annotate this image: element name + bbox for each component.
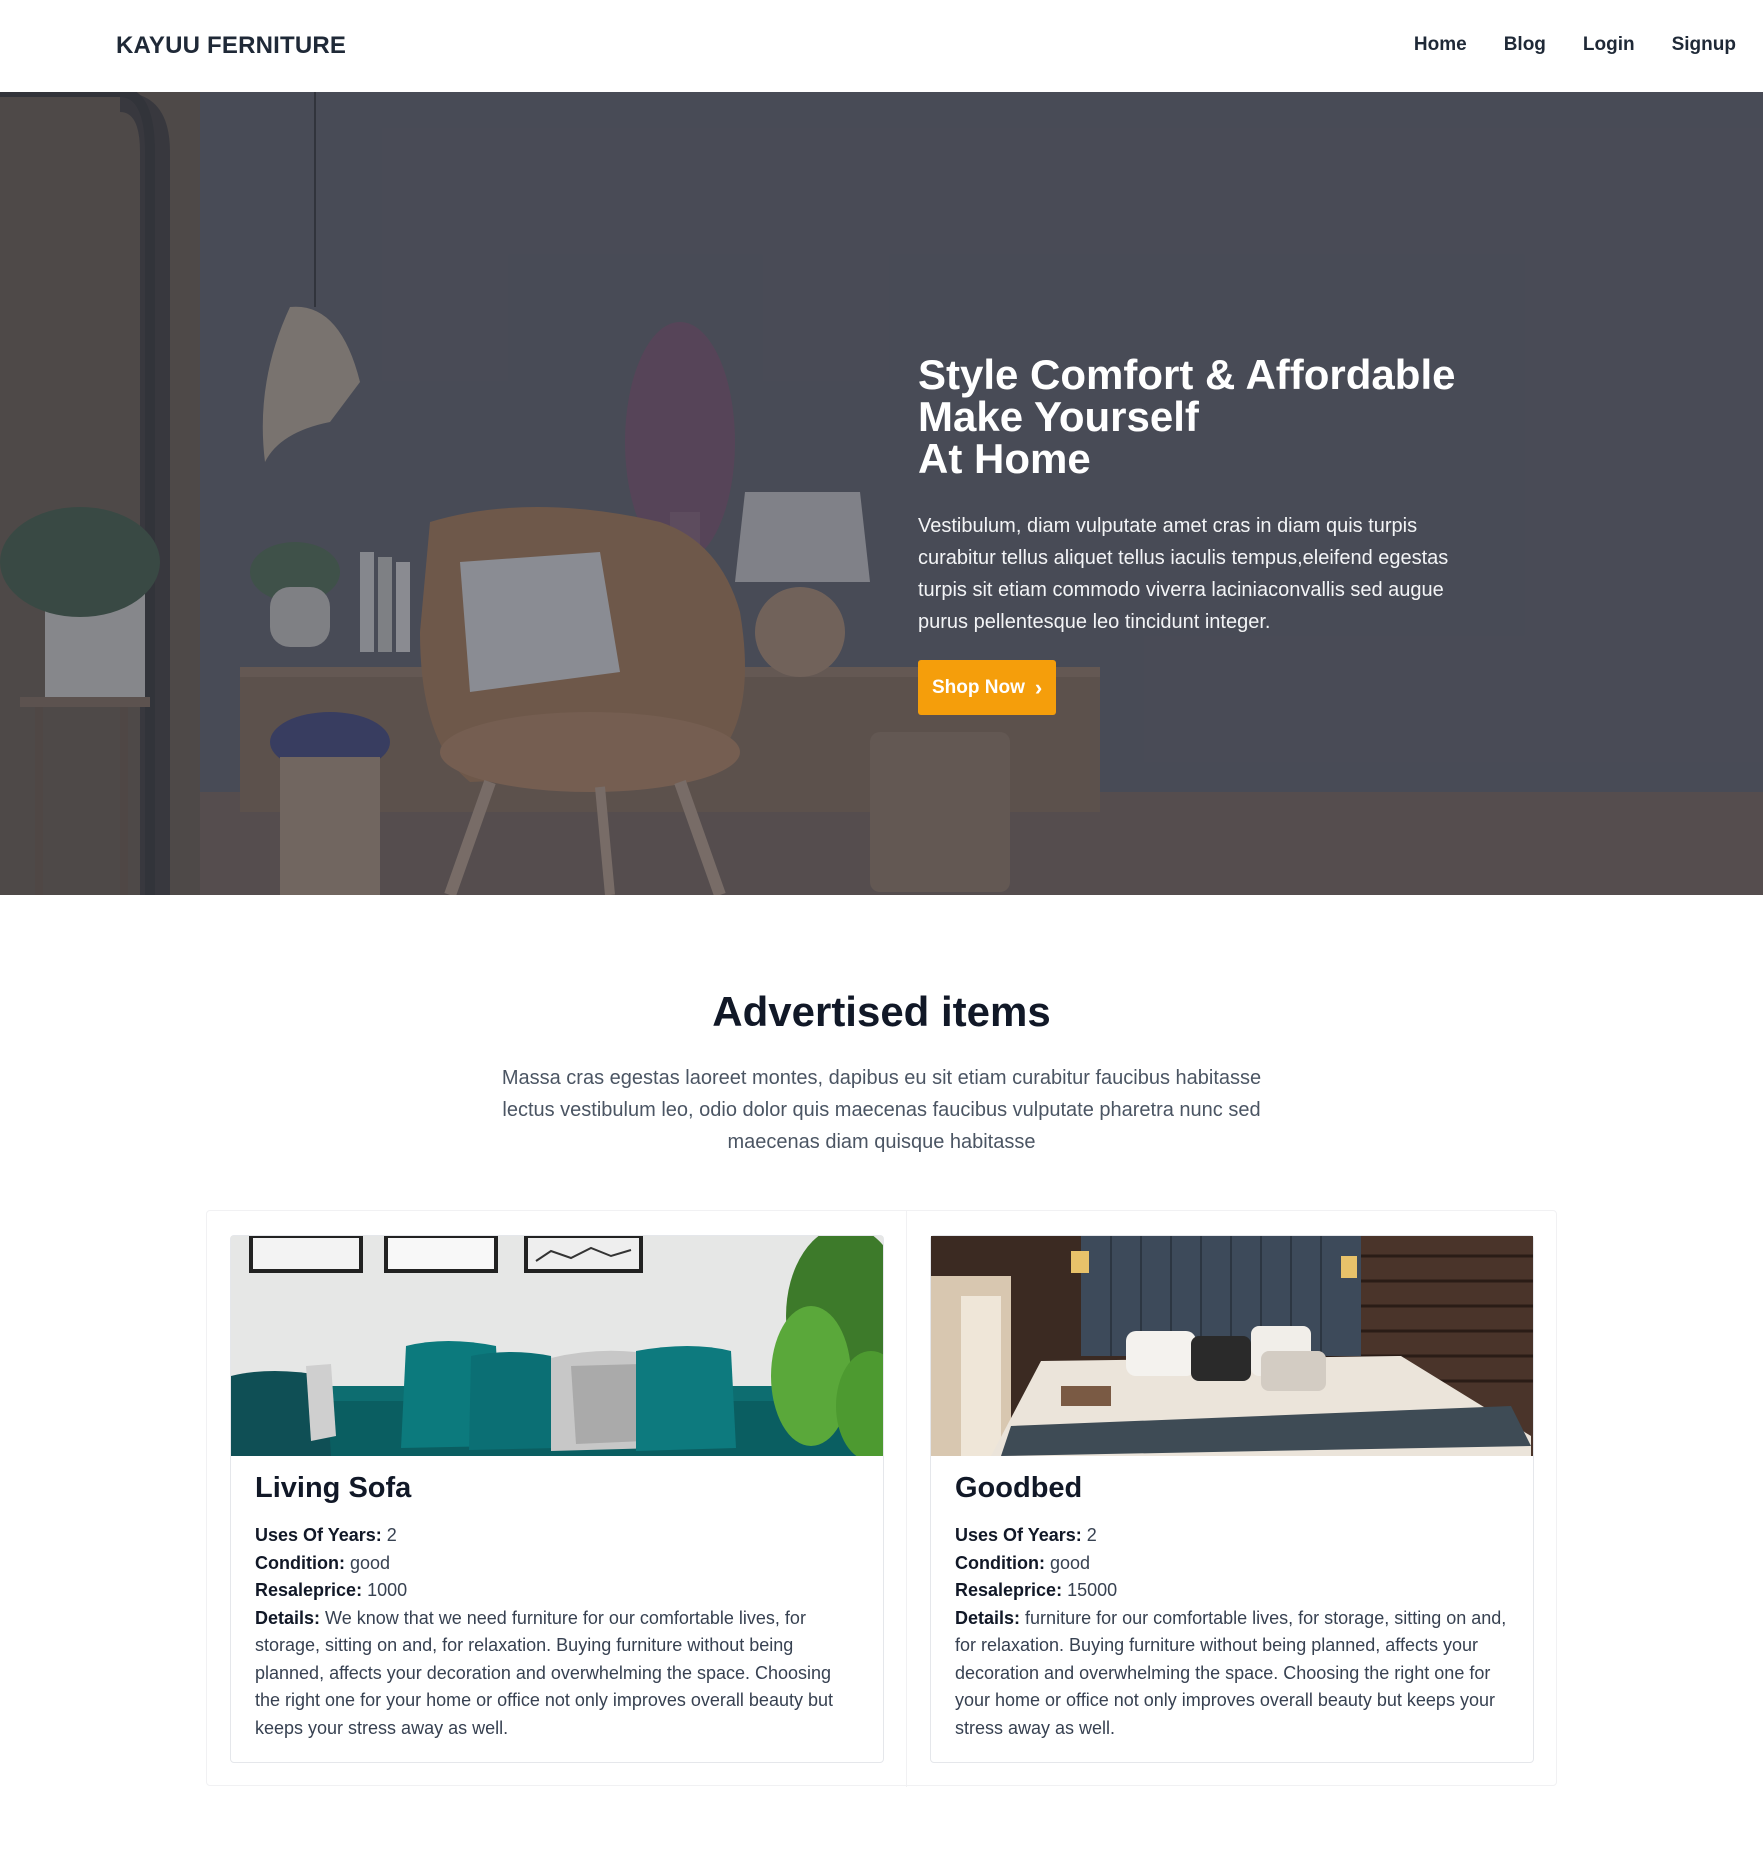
product-image-bed: [931, 1236, 1533, 1456]
advertised-cards-grid: Living Sofa Uses Of Years: 2 Condition: …: [206, 1210, 1557, 1787]
details-value: furniture for our comfortable lives, for…: [955, 1607, 1507, 1738]
details-label: Details:: [955, 1607, 1021, 1628]
years-value: 2: [1086, 1525, 1097, 1545]
grid-divider: [906, 1211, 907, 1787]
brand-logo[interactable]: KAYUU FERNITURE: [116, 32, 346, 60]
sofa-photo: [231, 1236, 883, 1456]
advertised-title: Advertised items: [712, 988, 1051, 1035]
product-condition: Condition: good: [255, 1550, 859, 1578]
details-label: Details:: [255, 1607, 321, 1628]
condition-label: Condition:: [255, 1552, 345, 1573]
nav-links: Home Blog Login Signup: [1414, 34, 1736, 56]
condition-label: Condition:: [955, 1552, 1045, 1573]
nav-link-home[interactable]: Home: [1414, 34, 1467, 56]
details-value: We know that we need furniture for our c…: [255, 1607, 833, 1738]
nav-link-signup[interactable]: Signup: [1672, 34, 1736, 56]
price-value: 15000: [1067, 1580, 1118, 1600]
nav-link-blog[interactable]: Blog: [1504, 34, 1546, 56]
hero-title: Style Comfort & Affordable Make Yourself…: [918, 354, 1478, 480]
hero-banner: Style Comfort & Affordable Make Yourself…: [0, 92, 1763, 895]
hero-title-line-2: Make Yourself: [918, 393, 1199, 440]
price-value: 1000: [367, 1580, 408, 1600]
product-name: Goodbed: [955, 1472, 1083, 1504]
condition-value: good: [1049, 1552, 1091, 1573]
bed-photo: [931, 1236, 1533, 1456]
hero-title-line-3: At Home: [918, 435, 1091, 482]
price-label: Resaleprice:: [955, 1580, 1063, 1600]
chevron-right-icon: ›: [1034, 674, 1043, 700]
product-card-body: Goodbed Uses Of Years: 2 Condition: good…: [955, 1468, 1509, 1742]
hero-content: Style Comfort & Affordable Make Yourself…: [918, 354, 1478, 715]
price-label: Resaleprice:: [255, 1580, 363, 1600]
hero-title-line-1: Style Comfort & Affordable: [918, 351, 1456, 398]
product-details: Details: We know that we need furniture …: [255, 1605, 859, 1743]
years-value: 2: [386, 1525, 397, 1545]
product-card-body: Living Sofa Uses Of Years: 2 Condition: …: [255, 1468, 859, 1742]
product-card[interactable]: Living Sofa Uses Of Years: 2 Condition: …: [230, 1235, 884, 1763]
nav-link-login[interactable]: Login: [1583, 34, 1635, 56]
product-price: Resaleprice: 1000: [255, 1577, 859, 1605]
advertised-description: Massa cras egestas laoreet montes, dapib…: [501, 1067, 1262, 1153]
years-label: Uses Of Years:: [255, 1525, 382, 1545]
product-details: Details: furniture for our comfortable l…: [955, 1605, 1509, 1743]
product-condition: Condition: good: [955, 1550, 1509, 1578]
shop-now-button[interactable]: Shop Now ›: [918, 660, 1057, 715]
product-years: Uses Of Years: 2: [255, 1522, 859, 1550]
hero-description: Vestibulum, diam vulputate amet cras in …: [918, 515, 1449, 633]
condition-value: good: [349, 1552, 391, 1573]
shop-now-label: Shop Now: [932, 676, 1025, 698]
navbar: KAYUU FERNITURE Home Blog Login Signup: [0, 0, 1763, 92]
product-years: Uses Of Years: 2: [955, 1522, 1509, 1550]
product-card[interactable]: Goodbed Uses Of Years: 2 Condition: good…: [930, 1235, 1534, 1763]
product-name: Living Sofa: [255, 1472, 412, 1504]
hero-overlay: [0, 92, 1763, 895]
years-label: Uses Of Years:: [955, 1525, 1082, 1545]
product-price: Resaleprice: 15000: [955, 1577, 1509, 1605]
product-image-sofa: [231, 1236, 883, 1456]
